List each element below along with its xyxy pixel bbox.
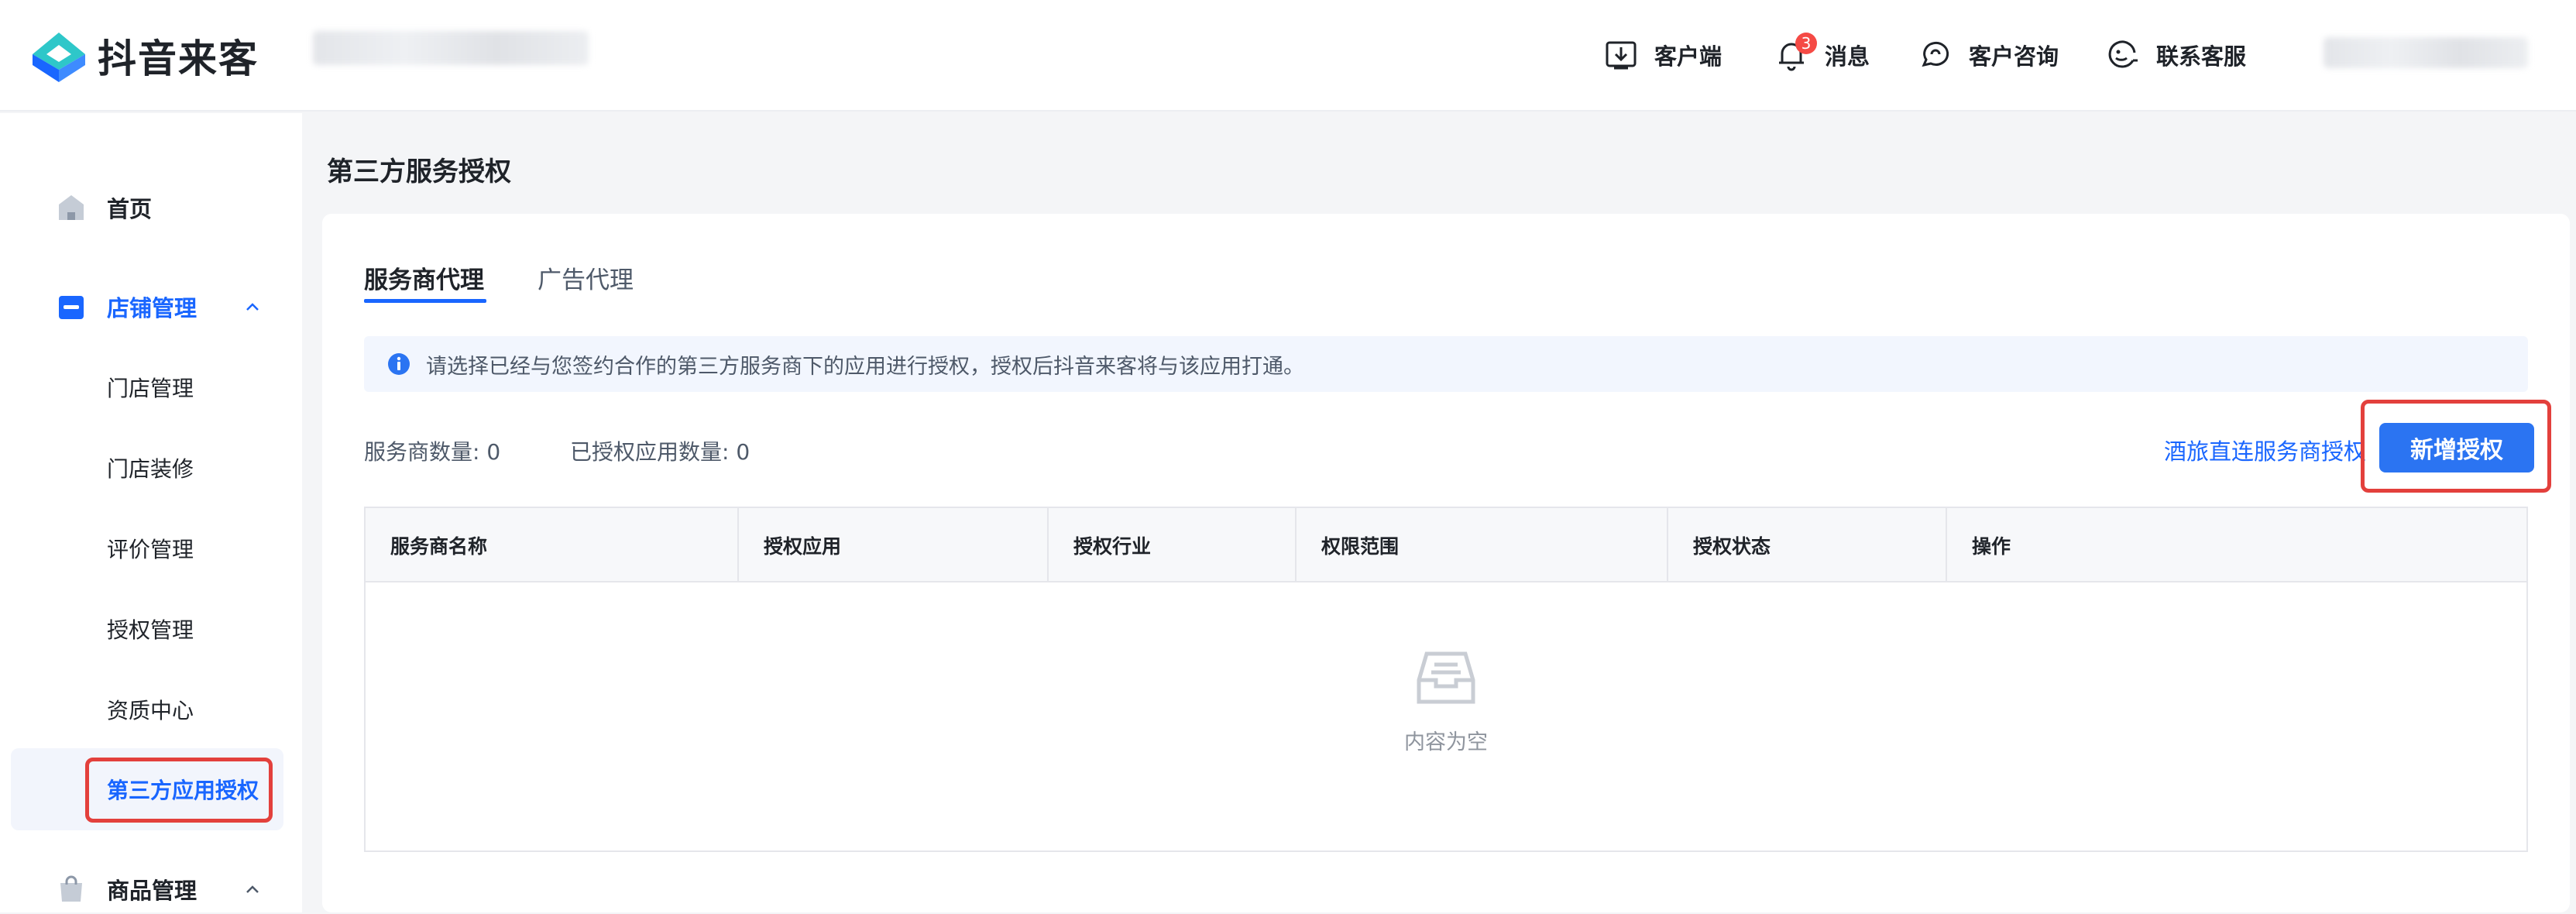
consult-chat-icon: [1922, 41, 1949, 67]
sidebar-item-home[interactable]: 首页: [0, 183, 302, 232]
sidebar-item-qualification[interactable]: 资质中心: [0, 685, 302, 734]
sidebar-item-store-decoration[interactable]: 门店装修: [0, 443, 302, 493]
contact-support-button[interactable]: 联系客服: [2105, 36, 2246, 74]
provider-count: 服务商数量: 0: [364, 439, 501, 465]
highlight-box-sidebar: [85, 758, 273, 823]
contact-support-label: 联系客服: [2156, 43, 2247, 70]
authorized-app-count: 已授权应用数量: 0: [570, 439, 750, 465]
messages-label: 消息: [1825, 43, 1870, 70]
douyin-laike-logo-icon: [33, 33, 85, 82]
client-label: 客户端: [1654, 43, 1722, 70]
col-authorized-app: 授权应用: [764, 535, 842, 558]
client-download-button[interactable]: 客户端: [1603, 36, 1722, 74]
user-avatar-redacted[interactable]: [2324, 37, 2528, 68]
sidebar-item-label: 资质中心: [107, 698, 194, 723]
product-bag-icon: [60, 875, 82, 902]
customer-consult-button[interactable]: 客户咨询: [1918, 36, 2059, 74]
column-divider: [1295, 508, 1297, 582]
store-icon: [59, 296, 84, 319]
empty-state: 内容为空: [366, 582, 2526, 850]
column-divider: [737, 508, 739, 582]
brand-name: 抖音来客: [98, 36, 259, 81]
content-card: 服务商代理 广告代理 请选择已经与您签约合作的第三方服务商下的应用进行授权，授权…: [322, 214, 2570, 912]
home-icon: [59, 195, 84, 220]
brand-logo[interactable]: 抖音来客: [28, 28, 259, 84]
top-header: 抖音来客 客户端 3 消息 客户咨询 联系客服: [0, 0, 2576, 112]
empty-inbox-icon: [1417, 651, 1475, 704]
chevron-up-icon: [246, 303, 259, 311]
info-icon: [388, 353, 410, 375]
col-actions: 操作: [1972, 535, 2011, 558]
authorization-table: 服务商名称 授权应用 授权行业 权限范围 授权状态 操作 内容为空: [364, 507, 2528, 852]
info-notice: 请选择已经与您签约合作的第三方服务商下的应用进行授权，授权后抖音来客将与该应用打…: [364, 336, 2528, 392]
tab-ad-agent[interactable]: 广告代理: [538, 260, 634, 295]
account-name-redacted: [313, 31, 589, 65]
sidebar-item-label: 首页: [107, 196, 153, 222]
col-industry: 授权行业: [1073, 535, 1152, 558]
sidebar-group-product-management[interactable]: 商品管理: [0, 864, 302, 914]
column-divider: [1667, 508, 1668, 582]
highlight-box-add-button: [2361, 400, 2551, 493]
column-divider: [1047, 508, 1049, 582]
col-provider-name: 服务商名称: [390, 535, 488, 558]
message-count-badge: 3: [1795, 33, 1817, 54]
download-client-icon: [1606, 41, 1637, 70]
sidebar: 首页 店铺管理 门店管理 门店装修 评价管理 授权管理 资质中心 第三方应用授权…: [0, 113, 302, 912]
page-title: 第三方服务授权: [327, 156, 511, 187]
sidebar-item-store[interactable]: 门店管理: [0, 363, 302, 412]
messages-button[interactable]: 3 消息: [1774, 33, 1870, 74]
sidebar-group-label: 商品管理: [107, 878, 197, 904]
col-auth-status: 授权状态: [1693, 535, 1771, 558]
sidebar-item-label: 门店装修: [107, 456, 194, 482]
consult-label: 客户咨询: [1969, 43, 2059, 70]
sidebar-group-store-management[interactable]: 店铺管理: [0, 282, 302, 332]
active-tab-indicator: [364, 299, 486, 303]
column-divider: [1946, 508, 1947, 582]
table-header: 服务商名称 授权应用 授权行业 权限范围 授权状态 操作: [366, 508, 2526, 582]
customer-service-icon: [2108, 40, 2138, 68]
chevron-up-icon: [246, 885, 259, 893]
notice-text: 请选择已经与您签约合作的第三方服务商下的应用进行授权，授权后抖音来客将与该应用打…: [426, 354, 1304, 379]
col-permission-scope: 权限范围: [1321, 535, 1400, 558]
sidebar-item-authorization[interactable]: 授权管理: [0, 604, 302, 654]
sidebar-item-label: 门店管理: [107, 376, 194, 401]
hotel-travel-direct-auth-link[interactable]: 酒旅直连服务商授权: [2164, 434, 2366, 466]
empty-text: 内容为空: [1404, 730, 1488, 754]
tab-service-provider-agent[interactable]: 服务商代理: [364, 260, 484, 295]
sidebar-item-reviews[interactable]: 评价管理: [0, 524, 302, 573]
sidebar-item-label: 授权管理: [107, 617, 194, 643]
sidebar-group-label: 店铺管理: [107, 295, 197, 321]
sidebar-item-label: 评价管理: [107, 537, 194, 562]
